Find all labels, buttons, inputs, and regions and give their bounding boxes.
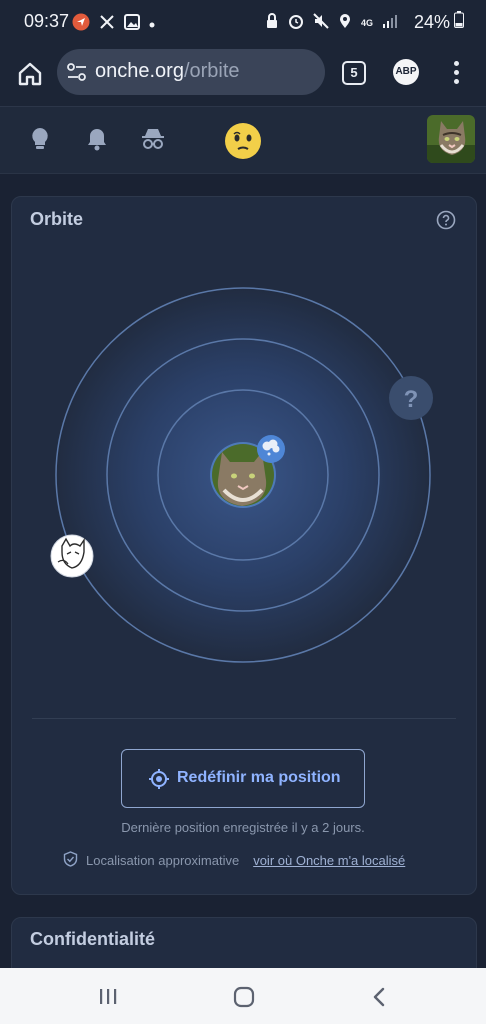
android-nav-bar: [0, 968, 486, 1024]
mute-icon: [313, 13, 329, 34]
crossed-tools-icon: [98, 13, 116, 36]
redefine-position-button[interactable]: Redéfinir ma position: [121, 749, 365, 808]
lightbulb-icon[interactable]: [27, 126, 53, 152]
home-button[interactable]: [233, 986, 255, 1013]
last-position-text: Dernière position enregistrée il y a 2 j…: [121, 820, 365, 835]
privacy-title: Confidentialité: [30, 929, 155, 949]
url-domain: onche.org: [95, 60, 184, 82]
thought-bubble-icon[interactable]: [257, 435, 285, 463]
url-path: /orbite: [183, 60, 240, 82]
address-bar[interactable]: onche.org/orbite: [57, 49, 325, 95]
status-bar: 09:37 4G 24%: [0, 0, 486, 44]
tab-switcher-button[interactable]: 5: [342, 61, 366, 85]
crosshair-icon: [148, 768, 170, 795]
battery-icon: [454, 11, 464, 33]
status-right-icons: 4G: [265, 13, 398, 34]
network-icon: 4G: [360, 18, 373, 28]
browser-menu-icon[interactable]: [452, 61, 460, 85]
orbit-user-avatar[interactable]: [50, 534, 94, 578]
localisation-link[interactable]: voir où Onche m'a localisé: [253, 853, 405, 868]
status-time: 09:37: [24, 11, 70, 31]
help-icon[interactable]: [436, 210, 456, 230]
unknown-marker-label: ?: [404, 386, 419, 413]
orbit-diagram: ?: [50, 287, 433, 663]
redefine-position-label: Redéfinir ma position: [177, 769, 341, 786]
alarm-icon: [288, 13, 304, 34]
status-left-icons: [72, 13, 156, 36]
shield-check-icon: [63, 851, 78, 870]
browser-toolbar: onche.org/orbite 5 ABP: [0, 44, 486, 107]
home-icon[interactable]: [16, 60, 44, 88]
recents-button[interactable]: [98, 986, 118, 1011]
unknown-user-marker[interactable]: ?: [389, 376, 433, 420]
user-avatar[interactable]: [427, 115, 475, 163]
back-button[interactable]: [371, 986, 387, 1013]
smiley-icon[interactable]: [224, 122, 262, 160]
localisation-label: Localisation approximative: [86, 853, 240, 868]
url-text: onche.org/orbite: [95, 60, 240, 83]
location-icon: [338, 13, 352, 34]
battery-percent: 24%: [413, 11, 450, 32]
localisation-row: Localisation approximative voir où Onche…: [63, 851, 405, 870]
lock-icon: [265, 13, 279, 34]
dot-icon: [148, 16, 156, 34]
bell-icon[interactable]: [84, 126, 110, 152]
navigation-icon: [72, 13, 90, 36]
adblock-plus-icon[interactable]: ABP: [393, 59, 419, 85]
image-icon: [124, 14, 140, 35]
site-settings-icon[interactable]: [67, 63, 87, 86]
signal-icon: [382, 13, 398, 34]
incognito-icon[interactable]: [140, 126, 166, 152]
card-divider: [32, 718, 456, 719]
battery-indicator: 24%: [414, 11, 464, 33]
orbit-title: Orbite: [30, 209, 84, 229]
